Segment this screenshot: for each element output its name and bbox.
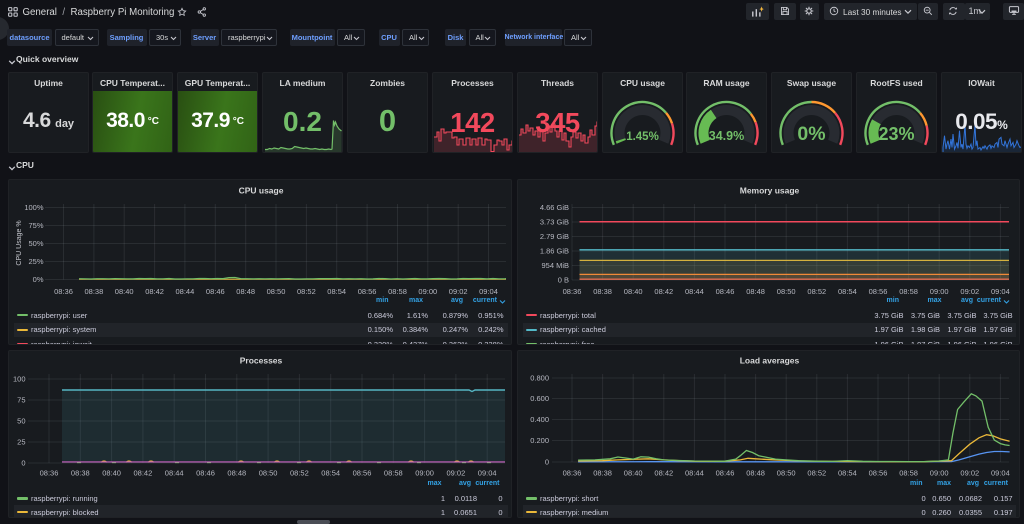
svg-text:08:50: 08:50 [259, 469, 278, 478]
svg-text:08:54: 08:54 [838, 469, 857, 478]
svg-text:08:54: 08:54 [321, 469, 340, 478]
svg-text:0.400: 0.400 [530, 415, 549, 424]
svg-text:08:52: 08:52 [290, 469, 309, 478]
svg-text:2.79 GiB: 2.79 GiB [540, 232, 569, 241]
svg-text:09:04: 09:04 [478, 469, 497, 478]
svg-text:Processes: Processes [240, 356, 283, 366]
svg-text:08:42: 08:42 [134, 469, 153, 478]
svg-text:0.800: 0.800 [530, 374, 549, 383]
svg-text:50: 50 [17, 417, 25, 426]
svg-text:50%: 50% [28, 239, 43, 248]
svg-text:08:42: 08:42 [654, 469, 673, 478]
svg-text:25: 25 [17, 438, 25, 447]
svg-text:08:58: 08:58 [899, 469, 918, 478]
svg-text:08:38: 08:38 [593, 469, 612, 478]
svg-text:09:00: 09:00 [415, 469, 434, 478]
svg-text:1.86 GiB: 1.86 GiB [540, 247, 569, 256]
svg-text:0%: 0% [797, 123, 825, 145]
svg-text:1.45%: 1.45% [626, 131, 659, 143]
svg-text:08:48: 08:48 [227, 469, 246, 478]
svg-text:09:02: 09:02 [447, 469, 466, 478]
svg-text:08:38: 08:38 [71, 469, 90, 478]
svg-text:0: 0 [21, 459, 25, 468]
svg-text:08:36: 08:36 [563, 469, 582, 478]
svg-text:75%: 75% [28, 221, 43, 230]
svg-text:0%: 0% [33, 275, 44, 284]
svg-text:08:58: 08:58 [384, 469, 403, 478]
svg-text:09:02: 09:02 [960, 469, 979, 478]
svg-text:Memory usage: Memory usage [740, 186, 800, 196]
svg-text:08:56: 08:56 [353, 469, 372, 478]
svg-text:4.66 GiB: 4.66 GiB [540, 203, 569, 212]
svg-text:Load averages: Load averages [740, 356, 800, 366]
svg-text:23%: 23% [878, 124, 914, 144]
svg-text:08:46: 08:46 [196, 469, 215, 478]
svg-text:08:44: 08:44 [685, 469, 704, 478]
svg-text:09:00: 09:00 [930, 469, 949, 478]
svg-text:100: 100 [13, 375, 26, 384]
svg-text:08:36: 08:36 [40, 469, 59, 478]
svg-text:0.200: 0.200 [530, 436, 549, 445]
svg-text:3.73 GiB: 3.73 GiB [540, 218, 569, 227]
svg-text:08:40: 08:40 [624, 469, 643, 478]
svg-text:75: 75 [17, 396, 25, 405]
svg-text:954 MiB: 954 MiB [541, 261, 569, 270]
svg-text:08:40: 08:40 [102, 469, 121, 478]
svg-text:08:50: 08:50 [777, 469, 796, 478]
svg-text:CPU usage: CPU usage [239, 186, 284, 196]
svg-text:100%: 100% [24, 203, 44, 212]
svg-text:08:44: 08:44 [165, 469, 184, 478]
svg-text:34.9%: 34.9% [709, 129, 744, 143]
svg-text:0 B: 0 B [558, 276, 569, 285]
svg-text:CPU Usage %: CPU Usage % [16, 220, 23, 265]
svg-text:0: 0 [545, 458, 549, 467]
svg-text:08:56: 08:56 [869, 469, 888, 478]
svg-text:08:52: 08:52 [807, 469, 826, 478]
svg-text:08:48: 08:48 [746, 469, 765, 478]
svg-text:25%: 25% [28, 257, 43, 266]
svg-text:09:04: 09:04 [991, 469, 1010, 478]
svg-text:0.600: 0.600 [530, 394, 549, 403]
svg-text:08:46: 08:46 [716, 469, 735, 478]
